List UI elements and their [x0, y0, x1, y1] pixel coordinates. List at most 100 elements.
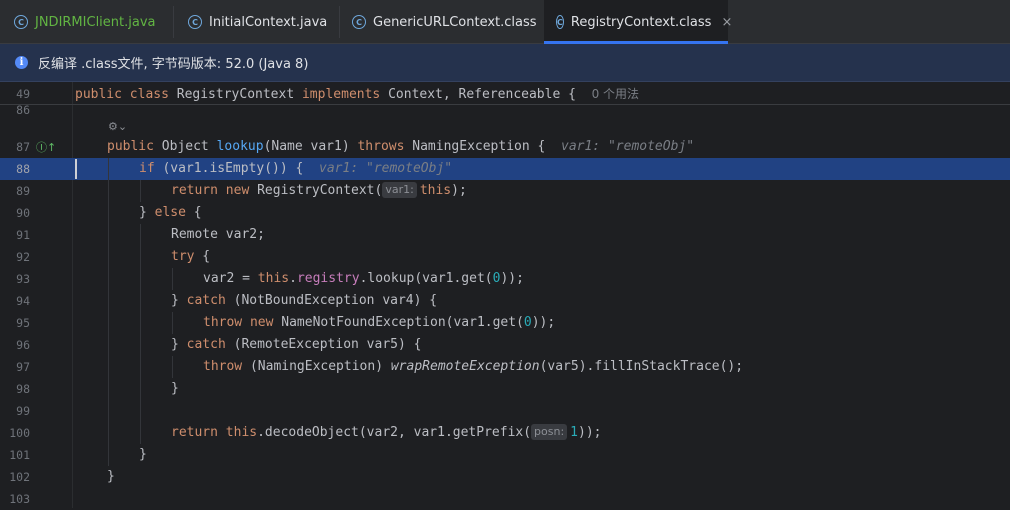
- tab-label: JNDIRMIClient.java: [35, 14, 156, 30]
- keyword: implements: [301, 87, 381, 102]
- tab-jndirmiclient[interactable]: C JNDIRMIClient.java: [0, 0, 172, 44]
- code-text: ));: [531, 315, 556, 330]
- editor-tab-bar: C JNDIRMIClient.java C InitialContext.ja…: [0, 0, 1010, 44]
- tab-label: GenericURLContext.class: [373, 14, 537, 30]
- line-number: 100: [9, 426, 30, 440]
- line-number: 92: [16, 250, 30, 264]
- tab-initialcontext[interactable]: C InitialContext.java: [174, 0, 338, 44]
- usages-hint[interactable]: 0 个用法: [592, 87, 639, 101]
- debug-value-hint: var1: "remoteObj": [319, 161, 453, 176]
- code-line-93[interactable]: var2 = this.registry.lookup(var1.get(0))…: [203, 268, 524, 290]
- keyword: else: [154, 205, 186, 220]
- line-number: 87: [16, 140, 30, 154]
- banner-text: 反编译 .class文件, 字节码版本: 52.0 (Java 8): [38, 57, 309, 72]
- code-text: ));: [500, 271, 524, 286]
- code-text: );: [451, 183, 467, 198]
- close-icon[interactable]: ×: [721, 15, 732, 30]
- code-text: }: [171, 293, 187, 308]
- java-class-icon: C: [14, 15, 28, 29]
- code-text: Context, Referenceable {: [388, 87, 576, 102]
- code-text: (RemoteException var5) {: [225, 337, 422, 352]
- tab-registrycontext[interactable]: C RegistryContext.class ×: [544, 0, 732, 44]
- tab-genericurlcontext[interactable]: C GenericURLContext.class: [340, 0, 543, 44]
- number-literal: 1: [570, 425, 578, 440]
- code-text: (var5).fillInStackTrace();: [539, 359, 744, 374]
- line-number: 102: [9, 470, 30, 484]
- parameter-hint: posn:: [531, 424, 568, 440]
- code-text: NamingException {: [404, 139, 546, 154]
- keyword: public class: [75, 87, 169, 102]
- code-line-98[interactable]: }: [171, 378, 179, 400]
- keyword: try: [171, 249, 195, 264]
- code-text: (NotBoundException var4) {: [225, 293, 438, 308]
- code-line-101[interactable]: }: [139, 444, 147, 466]
- code-line-94[interactable]: } catch (NotBoundException var4) {: [171, 290, 437, 312]
- code-line-88[interactable]: if (var1.isEmpty()) { var1: "remoteObj": [139, 158, 452, 180]
- code-text: .: [289, 271, 297, 286]
- class-name: RegistryContext: [176, 87, 295, 102]
- keyword: this: [225, 425, 258, 440]
- code-text: .decodeObject(var2, var1.getPrefix(: [257, 425, 532, 440]
- line-number: 94: [16, 294, 30, 308]
- code-line-96[interactable]: } catch (RemoteException var5) {: [171, 334, 421, 356]
- code-text: }: [171, 337, 187, 352]
- keyword: catch: [186, 293, 226, 308]
- code-line-92[interactable]: try {: [171, 246, 210, 268]
- code-text: }: [107, 469, 115, 484]
- line-number: 89: [16, 184, 30, 198]
- code-line-100[interactable]: return this.decodeObject(var2, var1.getP…: [171, 422, 601, 444]
- static-method-name: wrapRemoteException: [390, 359, 540, 374]
- line-number: 90: [16, 206, 30, 220]
- tab-label: InitialContext.java: [209, 14, 328, 30]
- keyword: public: [107, 139, 154, 154]
- decompiled-notice-banner: i 反编译 .class文件, 字节码版本: 52.0 (Java 8): [0, 44, 1010, 82]
- code-line-89[interactable]: return new RegistryContext(var1: this);: [171, 180, 467, 202]
- code-text: }: [139, 205, 155, 220]
- field-name: registry: [296, 271, 360, 286]
- code-line-87[interactable]: public Object lookup(Name var1) throws N…: [107, 136, 694, 158]
- code-text: (var1.isEmpty()) {: [154, 161, 304, 176]
- code-text: {: [194, 249, 211, 264]
- tab-label: RegistryContext.class: [570, 14, 712, 30]
- keyword: return: [171, 425, 218, 440]
- code-text: {: [185, 205, 202, 220]
- code-text: RegistryContext(: [249, 183, 383, 198]
- keyword: return new: [171, 183, 250, 198]
- keyword: throw new: [203, 315, 274, 330]
- java-class-icon: C: [352, 15, 366, 29]
- line-number: 91: [16, 228, 30, 242]
- sticky-class-header[interactable]: public class RegistryContext implements …: [75, 83, 639, 105]
- code-line-95[interactable]: throw new NameNotFoundException(var1.get…: [203, 312, 555, 334]
- number-literal: 0: [523, 315, 532, 330]
- code-text: (Name var1): [263, 139, 358, 154]
- text-caret: [75, 159, 77, 179]
- implements-method-icon[interactable]: Ⓘ↑: [36, 139, 56, 155]
- keyword: catch: [186, 337, 226, 352]
- java-class-icon: C: [188, 15, 202, 29]
- method-name: lookup: [216, 139, 264, 154]
- code-text: }: [139, 447, 147, 462]
- debug-value-hint: var1: "remoteObj": [561, 139, 695, 154]
- keyword: if: [139, 161, 155, 176]
- line-number: 88: [16, 162, 30, 176]
- code-line-102[interactable]: }: [107, 466, 115, 488]
- line-number: 99: [16, 404, 30, 418]
- code-text: ));: [578, 425, 602, 440]
- line-number: 103: [9, 492, 30, 506]
- code-text: Remote var2;: [171, 227, 265, 242]
- code-text: }: [171, 381, 179, 396]
- code-text: .lookup(var1.get(: [359, 271, 493, 286]
- code-line-91[interactable]: Remote var2;: [171, 224, 265, 246]
- code-text: var2 =: [203, 271, 258, 286]
- line-number: 96: [16, 338, 30, 352]
- code-text: NameNotFoundException(var1.get(: [273, 315, 524, 330]
- code-text: Object: [153, 139, 217, 154]
- line-number: 86: [16, 103, 30, 117]
- keyword: throw: [203, 359, 243, 374]
- code-line-90[interactable]: } else {: [139, 202, 202, 224]
- line-number: 97: [16, 360, 30, 374]
- line-number: 93: [16, 272, 30, 286]
- code-line-97[interactable]: throw (NamingException) wrapRemoteExcept…: [203, 356, 743, 378]
- code-vision-icon[interactable]: ⚙⌄: [108, 120, 127, 133]
